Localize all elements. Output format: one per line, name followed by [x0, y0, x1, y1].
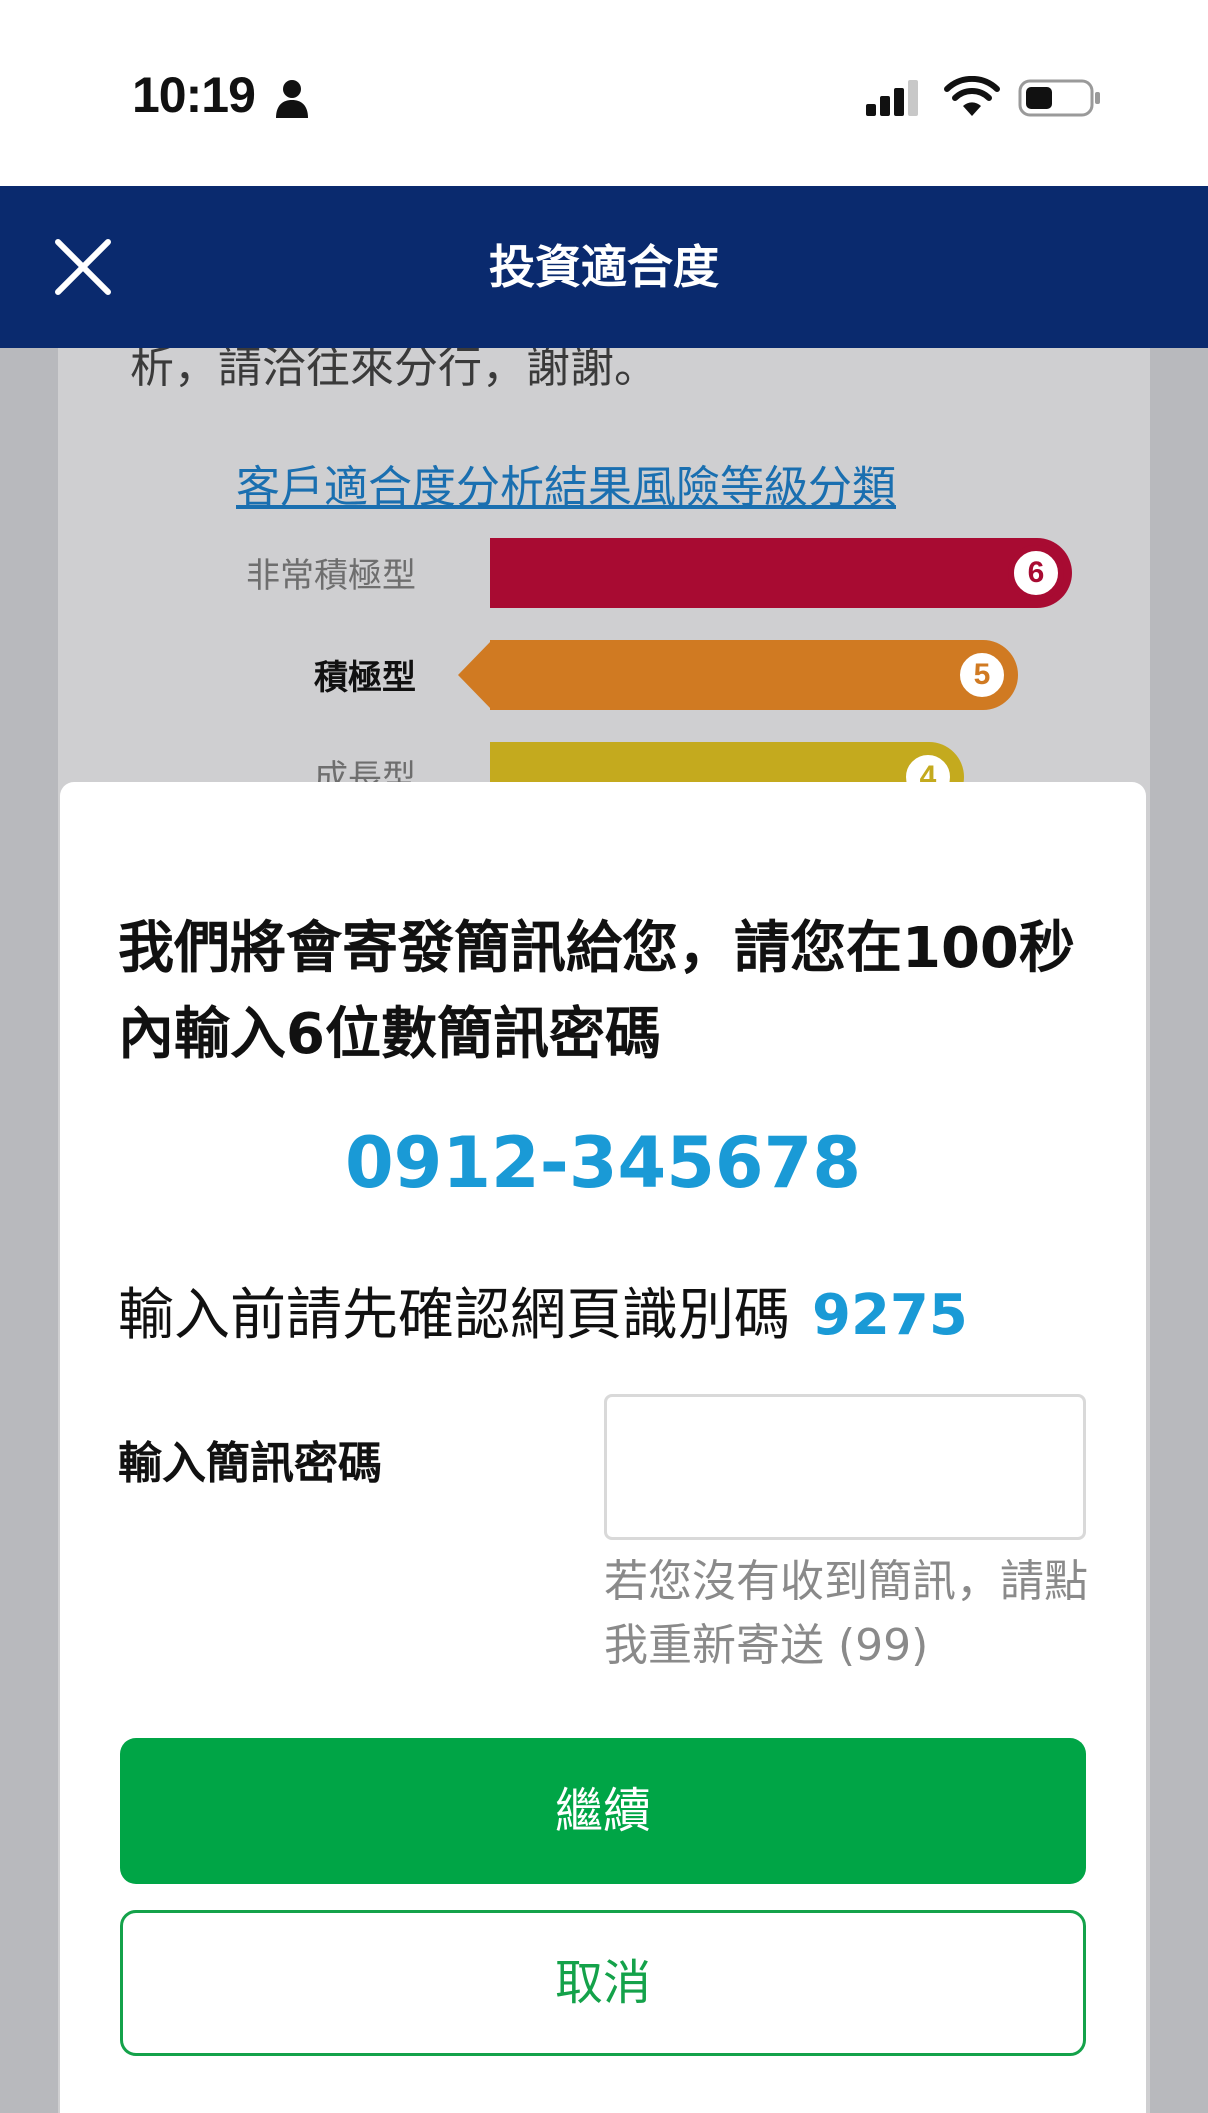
- status-bar: 10:19: [0, 0, 1208, 186]
- risk-bar-5-arrow: [458, 640, 492, 710]
- resend-sms-link[interactable]: 若您沒有收到簡訊，請點我重新寄送 (99): [604, 1550, 1094, 1678]
- continue-button[interactable]: 繼續: [120, 1738, 1086, 1884]
- sms-password-input[interactable]: [604, 1394, 1086, 1540]
- phone-number: 0912-345678: [344, 1122, 862, 1204]
- risk-bar-6: [490, 538, 1072, 608]
- signal-icon: [866, 80, 918, 116]
- person-icon: [276, 80, 308, 118]
- verify-line: 輸入前請先確認網頁識別碼 9275: [118, 1276, 968, 1356]
- page-title: 投資適合度: [489, 240, 719, 294]
- notice-text-fragment: 析，請洽往來分行，謝謝。: [130, 348, 658, 393]
- wifi-icon: [944, 76, 1000, 116]
- risk-label-aggressive: 積極型: [314, 658, 416, 698]
- nav-header: 投資適合度: [0, 186, 1208, 348]
- risk-badge-6: 6: [1008, 545, 1064, 601]
- verify-label: 輸入前請先確認網頁識別碼: [118, 1283, 790, 1348]
- sms-instruction-message: 我們將會寄發簡訊給您，請您在100秒內輸入6位數簡訊密碼: [118, 916, 1075, 1067]
- risk-classification-link[interactable]: 客戶適合度分析結果風險等級分類: [236, 460, 896, 516]
- risk-badge-5: 5: [954, 647, 1010, 703]
- risk-bar-5: [490, 640, 1018, 710]
- risk-label-very-aggressive: 非常積極型: [246, 556, 416, 596]
- sms-verification-modal: 我們將會寄發簡訊給您，請您在100秒內輸入6位數簡訊密碼 0912-345678…: [60, 782, 1146, 2113]
- status-time: 10:19: [132, 67, 256, 123]
- battery-icon: [1018, 79, 1100, 117]
- sms-password-label: 輸入簡訊密碼: [118, 1438, 382, 1489]
- cancel-button[interactable]: 取消: [120, 1910, 1086, 2056]
- verify-code: 9275: [812, 1283, 968, 1348]
